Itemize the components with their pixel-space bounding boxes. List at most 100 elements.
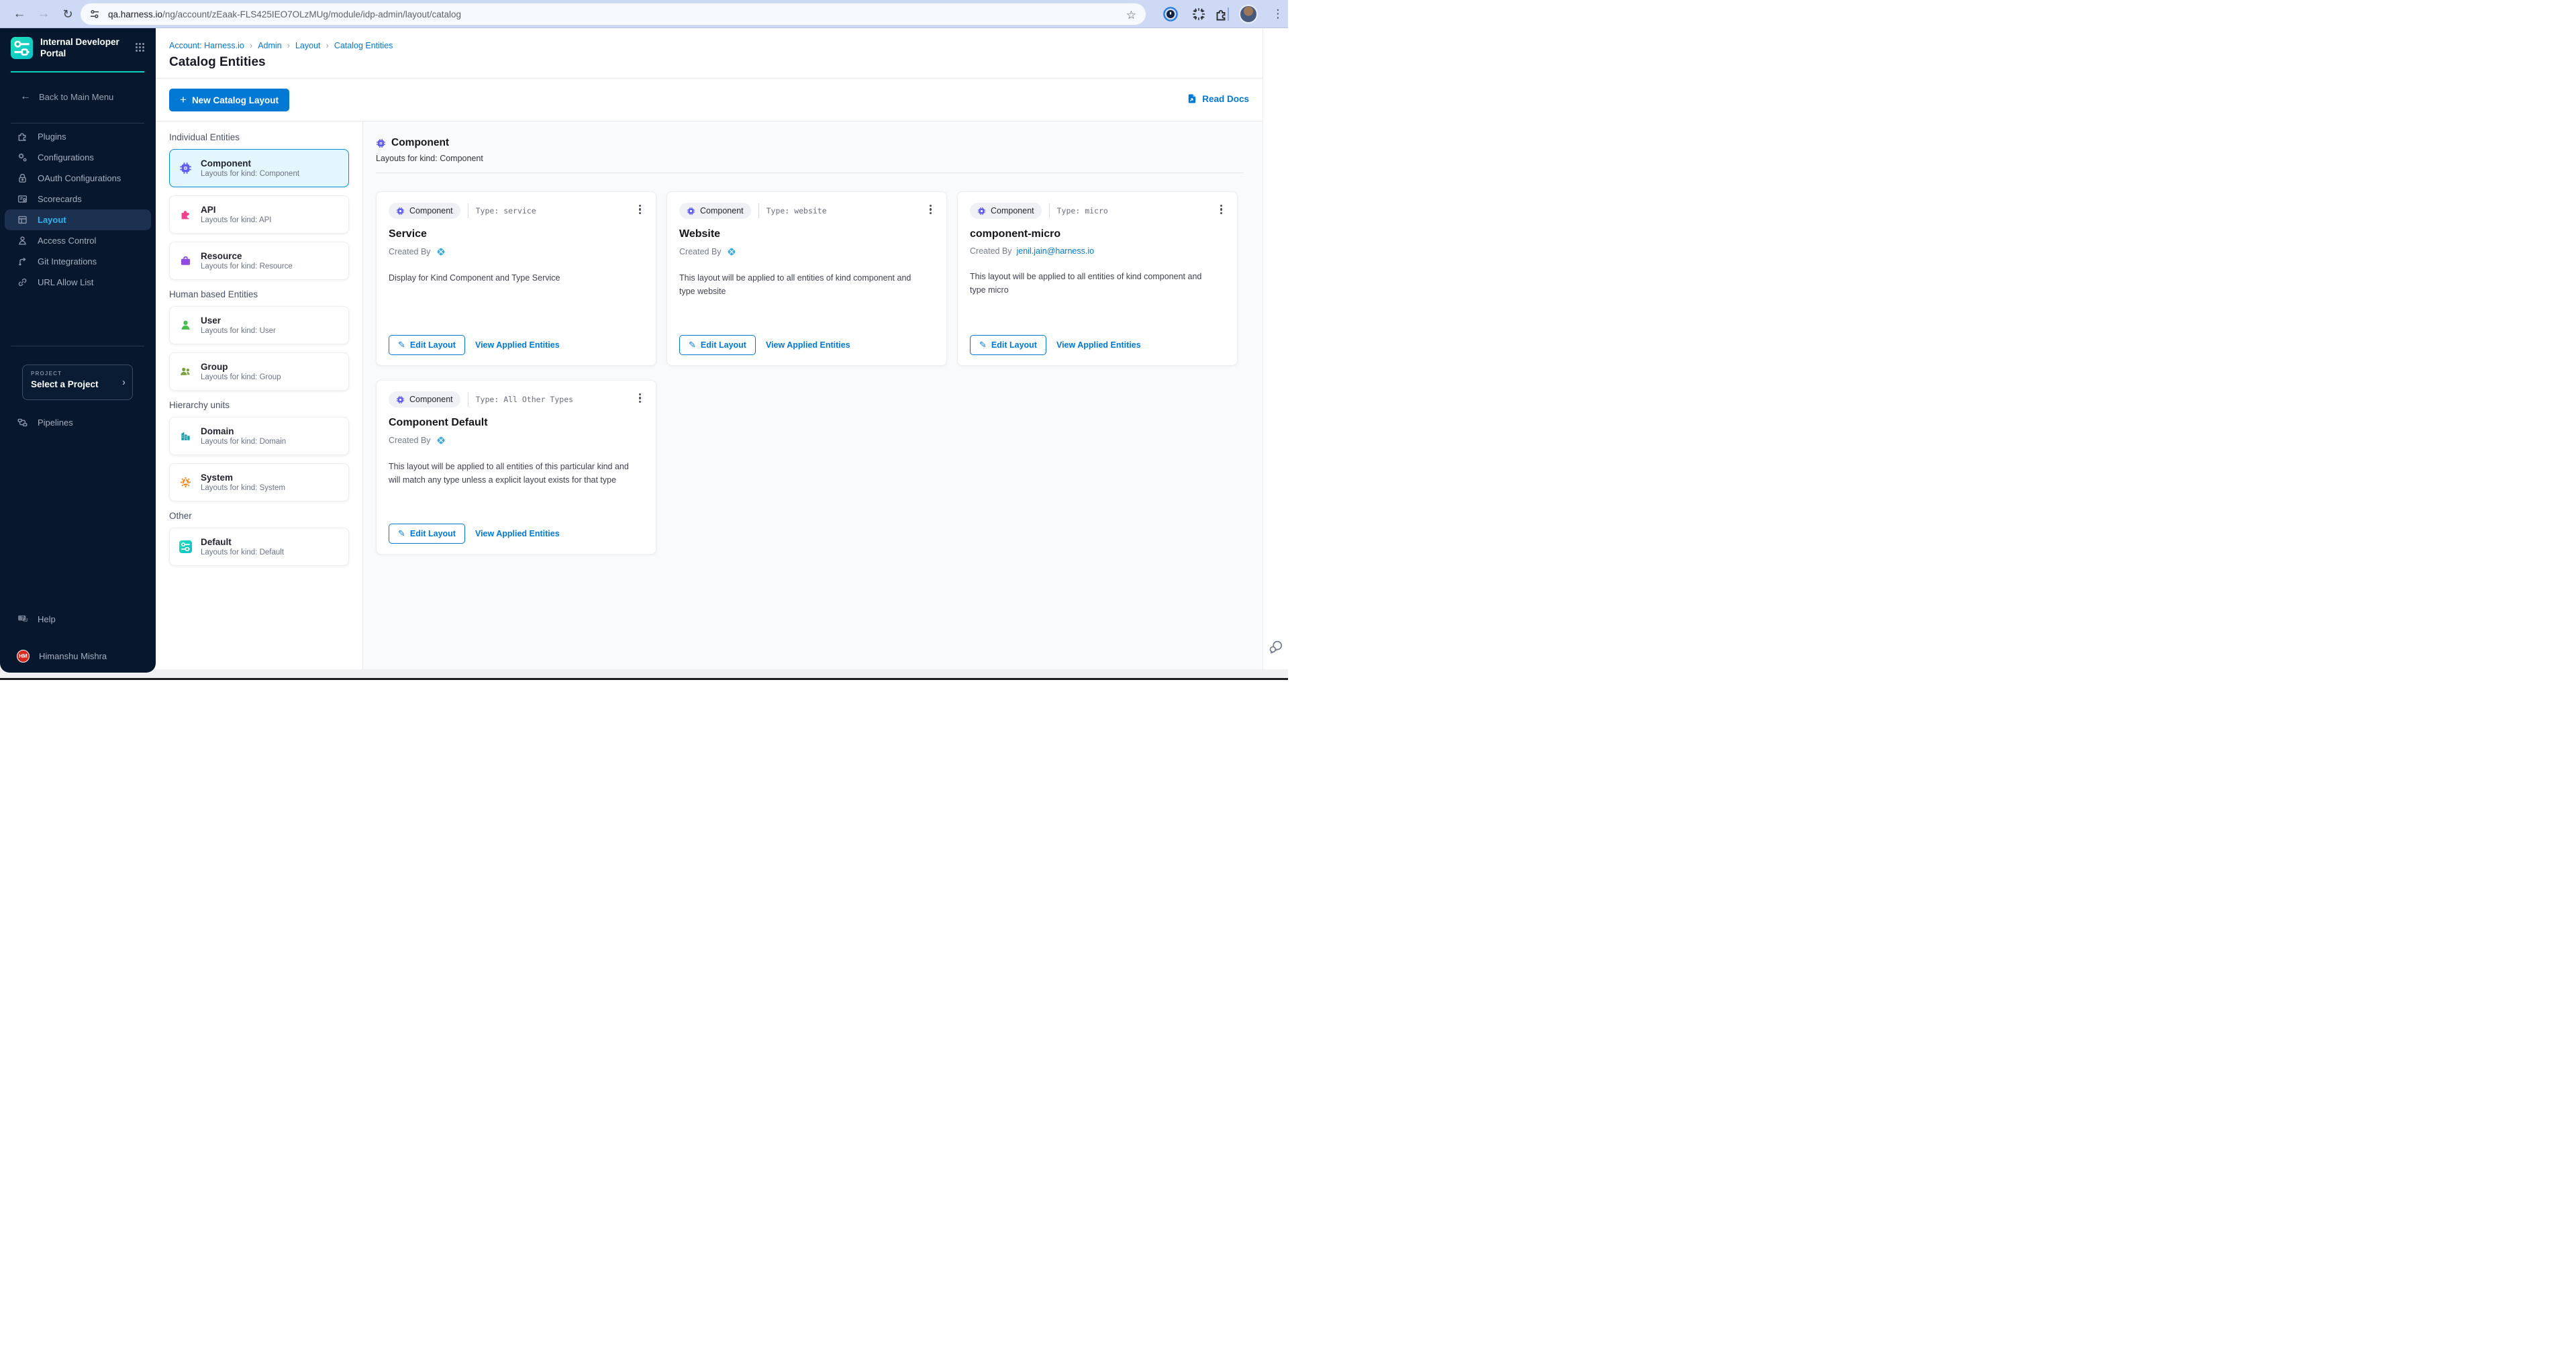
sidebar-item-layout[interactable]: Layout <box>5 209 151 230</box>
layout-card-component-default: Component Type: All Other Types Componen… <box>376 380 656 554</box>
sidebar-item-access-control[interactable]: Access Control <box>0 230 156 251</box>
kind-subheading: Layouts for kind: Component <box>376 154 483 163</box>
doc-arrow-icon <box>1187 93 1197 104</box>
action-band: + New Catalog Layout Read Docs <box>156 79 1288 122</box>
puzzle-icon <box>179 208 192 221</box>
entity-kind-default[interactable]: Default Layouts for kind: Default <box>169 528 349 566</box>
view-applied-entities-link[interactable]: View Applied Entities <box>1056 340 1141 350</box>
right-gutter <box>1262 28 1288 669</box>
edit-layout-button[interactable]: ✎Edit Layout <box>970 335 1046 355</box>
entity-kind-system[interactable]: System Layouts for kind: System <box>169 463 349 501</box>
kind-badge: Component <box>679 203 751 219</box>
back-to-main-menu[interactable]: ← Back to Main Menu <box>20 91 113 103</box>
sidebar-item-plugins[interactable]: Plugins <box>0 126 156 147</box>
sidebar-item-url-allow-list[interactable]: URL Allow List <box>0 272 156 293</box>
read-docs-link[interactable]: Read Docs <box>1187 93 1249 104</box>
new-catalog-layout-button[interactable]: + New Catalog Layout <box>169 89 289 111</box>
harness-logo-icon <box>436 246 446 257</box>
sidebar-item-help[interactable]: ? Help <box>0 609 156 630</box>
layout-icon <box>17 214 28 226</box>
chip-icon <box>179 162 192 175</box>
kind-badge: Component <box>389 203 460 219</box>
back-button[interactable]: ← <box>9 0 30 28</box>
reload-button[interactable]: ↻ <box>58 0 78 28</box>
sidebar-item-pipelines[interactable]: Pipelines <box>0 412 156 433</box>
chevron-right-icon: › <box>122 377 126 388</box>
spinner-extension-icon[interactable] <box>1191 7 1206 21</box>
layouts-area: Component Layouts for kind: Component Co… <box>363 122 1262 669</box>
user-avatar: HM <box>17 650 30 663</box>
person-icon <box>17 235 28 246</box>
chevron-right-icon: › <box>250 40 252 50</box>
entity-kind-resource[interactable]: Resource Layouts for kind: Resource <box>169 242 349 280</box>
edit-layout-button[interactable]: ✎Edit Layout <box>389 335 465 355</box>
breadcrumb-account[interactable]: Account: Harness.io <box>169 41 244 50</box>
sidebar-item-git-integrations[interactable]: Git Integrations <box>0 251 156 272</box>
browser-menu-button[interactable]: ⋮ <box>1270 0 1286 28</box>
bookmark-star-icon[interactable]: ☆ <box>1126 9 1136 22</box>
group-icon <box>179 365 192 378</box>
content-area: Account: Harness.io › Admin › Layout › C… <box>156 28 1288 669</box>
chip-icon <box>396 207 405 215</box>
edit-layout-button[interactable]: ✎Edit Layout <box>679 335 756 355</box>
layout-description: This layout will be applied to all entit… <box>970 270 1215 297</box>
edit-layout-button[interactable]: ✎Edit Layout <box>389 524 465 544</box>
breadcrumb-catalog-entities[interactable]: Catalog Entities <box>334 41 393 50</box>
url-text: qa.harness.io/ng/account/zEaak-FLS425IEO… <box>108 9 461 19</box>
created-by: Created By <box>389 435 644 446</box>
site-info-icon[interactable] <box>89 9 100 19</box>
module-grid-icon[interactable] <box>135 42 145 52</box>
type-label: Type: service <box>476 206 536 215</box>
profile-avatar[interactable] <box>1239 5 1258 23</box>
pencil-icon: ✎ <box>689 340 696 350</box>
section-heading: Human based Entities <box>169 289 362 299</box>
onepassword-extension-icon[interactable] <box>1163 7 1178 21</box>
pencil-icon: ✎ <box>979 340 987 350</box>
lock-icon <box>17 173 28 184</box>
address-bar[interactable]: qa.harness.io/ng/account/zEaak-FLS425IEO… <box>81 3 1146 25</box>
scorecard-icon <box>17 193 28 205</box>
entity-kind-api[interactable]: API Layouts for kind: API <box>169 195 349 234</box>
view-applied-entities-link[interactable]: View Applied Entities <box>475 529 560 538</box>
branch-icon <box>17 256 28 267</box>
sidebar-user[interactable]: HM Himanshu Mishra <box>0 646 156 667</box>
kebab-menu[interactable] <box>1218 200 1225 218</box>
layout-card-component-micro: Component Type: micro component-micro Cr… <box>957 191 1238 366</box>
brand-title: Internal Developer Portal <box>40 37 119 60</box>
creator-email-link[interactable]: jenil.jain@harness.io <box>1017 246 1095 256</box>
layout-description: This layout will be applied to all entit… <box>679 271 924 298</box>
entity-kind-group[interactable]: Group Layouts for kind: Group <box>169 352 349 391</box>
entity-kind-domain[interactable]: Domain Layouts for kind: Domain <box>169 417 349 455</box>
sidebar-item-configurations[interactable]: Configurations <box>0 147 156 168</box>
extensions-puzzle-icon[interactable] <box>1214 7 1229 21</box>
idp-logo-icon <box>179 540 192 553</box>
forward-button[interactable]: → <box>34 0 54 28</box>
kind-badge: Component <box>970 203 1042 219</box>
kebab-menu[interactable] <box>636 389 644 407</box>
breadcrumb-admin[interactable]: Admin <box>258 41 281 50</box>
buildings-icon <box>179 430 192 442</box>
help-chat-icon: ? <box>17 614 28 625</box>
sidebar-item-oauth-configurations[interactable]: OAuth Configurations <box>0 168 156 189</box>
entity-kind-user[interactable]: User Layouts for kind: User <box>169 306 349 344</box>
pencil-icon: ✎ <box>398 528 405 539</box>
chip-icon <box>396 395 405 404</box>
kebab-menu[interactable] <box>927 200 934 218</box>
entity-kind-component[interactable]: Component Layouts for kind: Component <box>169 149 349 187</box>
view-applied-entities-link[interactable]: View Applied Entities <box>475 340 560 350</box>
layout-card-service: Component Type: service Service Created … <box>376 191 656 366</box>
kind-heading: Component <box>391 137 449 149</box>
harness-logo-icon <box>726 246 737 257</box>
sidebar: Internal Developer Portal ← Back to Main… <box>0 28 156 673</box>
project-selector[interactable]: PROJECT Select a Project › <box>22 365 133 400</box>
section-heading: Other <box>169 511 362 521</box>
gears-icon <box>17 152 28 163</box>
support-chat-icon[interactable] <box>1268 639 1284 655</box>
brand-underline <box>11 71 144 72</box>
breadcrumb: Account: Harness.io › Admin › Layout › C… <box>169 40 393 50</box>
page-title: Catalog Entities <box>169 55 266 70</box>
breadcrumb-layout[interactable]: Layout <box>295 41 321 50</box>
view-applied-entities-link[interactable]: View Applied Entities <box>766 340 850 350</box>
sidebar-item-scorecards[interactable]: Scorecards <box>0 189 156 209</box>
kebab-menu[interactable] <box>636 200 644 218</box>
